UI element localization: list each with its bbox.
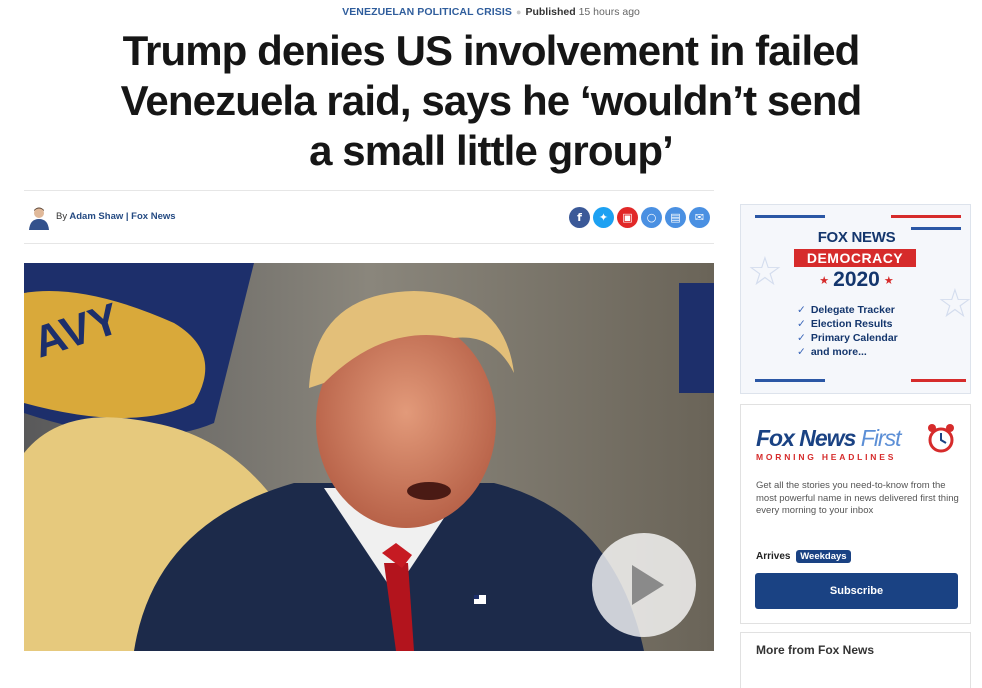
ad-year: ★ 2020 ★	[741, 268, 970, 292]
published-time: 15 hours ago	[578, 6, 640, 18]
check-icon: ✓	[797, 332, 806, 344]
democracy-2020-ad[interactable]: ☆ ☆ FOX NEWS DEMOCRACY ★ 2020 ★ ✓ Delegate …	[740, 204, 971, 394]
check-icon: ✓	[797, 346, 806, 358]
flipboard-icon[interactable]: ▣	[617, 207, 638, 228]
star-icon: ★	[883, 274, 894, 287]
star-icon: ★	[819, 274, 830, 287]
more-from-fox-news: More from Fox News	[740, 632, 971, 688]
author-name[interactable]: Adam Shaw | Fox News	[69, 211, 175, 222]
fox-news-first-logo: Fox News First	[756, 425, 901, 451]
newsletter-subtitle: MORNING HEADLINES	[756, 452, 897, 462]
list-item: ✓ Delegate Tracker	[797, 304, 895, 316]
byline-bar: By Adam Shaw | Fox News f ✦ ▣ ○ ▤ ✉	[24, 190, 714, 244]
comment-icon[interactable]: ○	[641, 207, 662, 228]
article-headline: Trump denies US involvement in failed Ve…	[120, 27, 863, 174]
list-item: ✓ and more...	[797, 346, 867, 358]
hero-video[interactable]: AVY	[24, 263, 714, 651]
list-item: ✓ Election Results	[797, 318, 893, 330]
kicker-separator: ●	[516, 7, 522, 17]
ad-stripe	[911, 379, 966, 382]
ad-stripe	[755, 379, 825, 382]
print-icon[interactable]: ▤	[665, 207, 686, 228]
check-icon: ✓	[797, 304, 806, 316]
topic-link[interactable]: VENEZUELAN POLITICAL CRISIS	[342, 6, 512, 18]
published-label: Published	[525, 6, 576, 18]
alarm-clock-icon	[928, 424, 954, 453]
article-kicker: VENEZUELAN POLITICAL CRISIS ● Published 15…	[0, 6, 982, 18]
ad-stripe	[891, 215, 961, 218]
byline-prefix: By	[56, 211, 68, 222]
arrives-line: Arrives Weekdays	[756, 550, 851, 563]
check-icon: ✓	[797, 318, 806, 330]
subscribe-button[interactable]: Subscribe	[755, 573, 958, 609]
author-avatar[interactable]	[28, 206, 50, 230]
byline: By Adam Shaw | Fox News	[56, 211, 176, 222]
frequency-badge: Weekdays	[796, 550, 851, 563]
year-text: 2020	[833, 268, 880, 291]
email-icon[interactable]: ✉	[689, 207, 710, 228]
section-title: More from Fox News	[756, 643, 875, 657]
ad-feature-list: ✓ Delegate Tracker ✓ Election Results ✓ Pri…	[797, 303, 898, 359]
ad-brand: FOX NEWS	[817, 229, 896, 246]
democracy-badge: DEMOCRACY	[794, 249, 916, 267]
fox-news-first-signup: Fox News First MORNING HEADLINES Get all…	[740, 404, 971, 624]
newsletter-description: Get all the stories you need-to-know fro…	[756, 480, 959, 516]
play-icon	[632, 565, 664, 605]
play-button[interactable]	[592, 533, 696, 637]
list-item: ✓ Primary Calendar	[797, 332, 898, 344]
share-buttons: f ✦ ▣ ○ ▤ ✉	[569, 207, 710, 228]
ad-stripe	[755, 215, 825, 218]
twitter-icon[interactable]: ✦	[593, 207, 614, 228]
facebook-icon[interactable]: f	[569, 207, 590, 228]
